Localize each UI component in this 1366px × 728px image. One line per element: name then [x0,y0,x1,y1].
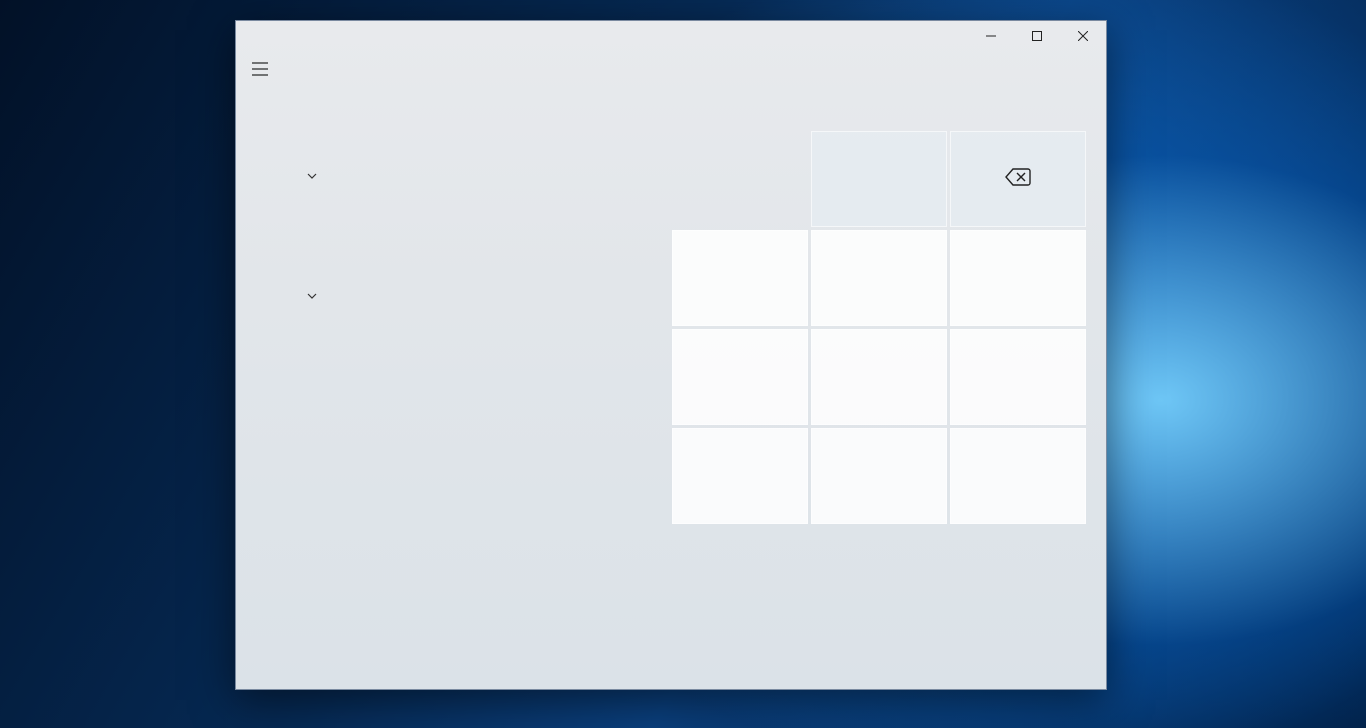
to-currency-select[interactable] [300,289,672,301]
key-backspace[interactable] [950,131,1086,227]
backspace-icon [1005,168,1031,191]
close-button[interactable] [1060,21,1106,51]
key-5[interactable] [811,329,947,425]
menu-icon[interactable] [250,59,270,79]
key-6[interactable] [950,329,1086,425]
key-7[interactable] [672,230,808,326]
key-4[interactable] [672,329,808,425]
maximize-button[interactable] [1014,21,1060,51]
header [236,51,1106,91]
key-9[interactable] [950,230,1086,326]
chevron-down-icon [306,169,318,181]
desktop-background [0,0,1366,728]
chevron-down-icon [306,289,318,301]
keypad [672,91,1092,673]
key-1[interactable] [672,428,808,524]
key-empty [672,131,808,227]
key-2[interactable] [811,428,947,524]
key-3[interactable] [950,428,1086,524]
title-bar [236,21,1106,51]
from-currency-select[interactable] [300,169,672,181]
key-8[interactable] [811,230,947,326]
minimize-button[interactable] [968,21,1014,51]
content-body [236,91,1106,689]
conversion-pane [256,91,672,673]
key-clear-entry[interactable] [811,131,947,227]
calculator-window [235,20,1107,690]
